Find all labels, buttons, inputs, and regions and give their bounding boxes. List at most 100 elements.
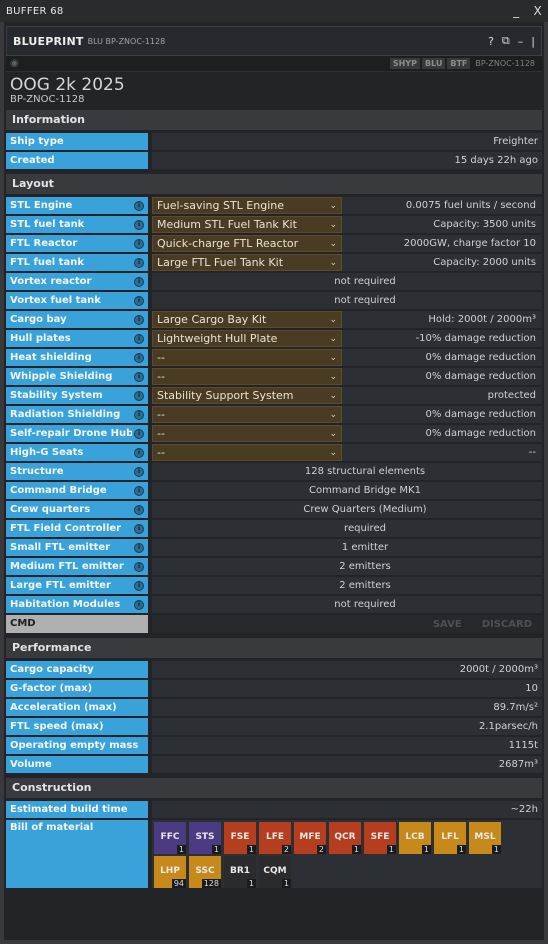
row-label-volume: Volume	[6, 756, 148, 773]
material-sts[interactable]: STS 1	[189, 822, 221, 854]
blueprint-id: BP-ZNOC-1128	[10, 94, 85, 105]
info-icon[interactable]: i	[134, 219, 144, 230]
bom-label: Bill of material	[6, 820, 148, 888]
info-icon[interactable]: i	[134, 447, 144, 458]
select-stl-fuel-tank[interactable]: Medium STL Fuel Tank Kit ⌄	[152, 216, 342, 233]
row-small-ftl-emitter: Small FTL emitter i 1 emitter	[6, 539, 542, 556]
info-icon[interactable]: i	[134, 295, 144, 306]
info-icon[interactable]: i	[134, 200, 144, 211]
select-high-g-seats[interactable]: -- ⌄	[152, 444, 342, 461]
row-label-whipple-shielding: Whipple Shielding i	[6, 368, 148, 385]
context-tag-btf[interactable]: BTF	[447, 58, 471, 69]
select-self-repair-drone-hub[interactable]: -- ⌄	[152, 425, 342, 442]
info-icon[interactable]: i	[134, 238, 144, 249]
material-br1[interactable]: BR1 1	[224, 856, 256, 888]
chevron-down-icon: ⌄	[329, 333, 337, 344]
row-label-vortex-fuel-tank: Vortex fuel tank i	[6, 292, 148, 309]
info-icon[interactable]: i	[134, 314, 144, 325]
row-high-g-seats: High-G Seats i -- ⌄ --	[6, 444, 542, 461]
info-icon[interactable]: i	[134, 428, 144, 439]
discard-button[interactable]: DISCARD	[472, 619, 542, 630]
value-cargo-capacity: 2000t / 2000m³	[152, 661, 542, 678]
info-icon[interactable]: i	[134, 599, 144, 610]
build-time-value: ~22h	[152, 801, 542, 818]
info-icon[interactable]: i	[134, 523, 144, 534]
select-ftl-fuel-tank[interactable]: Large FTL Fuel Tank Kit ⌄	[152, 254, 342, 271]
select-hull-plates[interactable]: Lightweight Hull Plate ⌄	[152, 330, 342, 347]
info-icon[interactable]: i	[134, 352, 144, 363]
material-lcb[interactable]: LCB 1	[399, 822, 431, 854]
info-icon[interactable]: i	[134, 485, 144, 496]
minimize-icon[interactable]: –	[518, 35, 524, 48]
material-cqm[interactable]: CQM 1	[259, 856, 291, 888]
effect-high-g-seats: --	[342, 444, 542, 461]
context-ref[interactable]: BP-ZNOC-1128	[472, 58, 538, 69]
info-icon[interactable]: i	[134, 580, 144, 591]
select-ftl-reactor[interactable]: Quick-charge FTL Reactor ⌄	[152, 235, 342, 252]
material-lfe[interactable]: LFE 2	[259, 822, 291, 854]
row-self-repair-drone-hub: Self-repair Drone Hub i -- ⌄ 0% damage reduc…	[6, 425, 542, 442]
select-whipple-shielding[interactable]: -- ⌄	[152, 368, 342, 385]
window-close-button[interactable]: X	[533, 4, 542, 18]
material-msl[interactable]: MSL 1	[469, 822, 501, 854]
info-icon[interactable]: i	[134, 333, 144, 344]
info-icon[interactable]: i	[134, 390, 144, 401]
row-volume: Volume 2687m³	[6, 756, 542, 773]
row-label-ftl-speed-max: FTL speed (max)	[6, 718, 148, 735]
cmd-input[interactable]: SAVE DISCARD	[152, 615, 542, 633]
info-icon[interactable]: i	[134, 542, 144, 553]
effect-stl-engine: 0.0075 fuel units / second	[342, 197, 542, 214]
row-label-medium-ftl-emitter: Medium FTL emitter i	[6, 558, 148, 575]
info-icon[interactable]: i	[134, 561, 144, 572]
info-icon[interactable]: i	[134, 409, 144, 420]
context-tag-blu[interactable]: BLU	[421, 58, 446, 69]
row-label-ftl-field-controller: FTL Field Controller i	[6, 520, 148, 537]
row-label-habitation-modules: Habitation Modules i	[6, 596, 148, 613]
chevron-down-icon: ⌄	[329, 238, 337, 249]
row-label-ftl-fuel-tank: FTL fuel tank i	[6, 254, 148, 271]
value-operating-empty-mass: 1115t	[152, 737, 542, 754]
row-label-operating-empty-mass: Operating empty mass	[6, 737, 148, 754]
material-fse[interactable]: FSE 1	[224, 822, 256, 854]
row-ship-type: Ship type Freighter	[6, 133, 542, 150]
row-label-stl-fuel-tank: STL fuel tank i	[6, 216, 148, 233]
row-label-cargo-capacity: Cargo capacity	[6, 661, 148, 678]
value-crew-quarters: Crew Quarters (Medium)	[152, 501, 542, 518]
row-label-crew-quarters: Crew quarters i	[6, 501, 148, 518]
window-titlebar: BUFFER 68 _ X	[0, 0, 548, 22]
material-sfe[interactable]: SFE 1	[364, 822, 396, 854]
material-qcr[interactable]: QCR 1	[329, 822, 361, 854]
help-icon[interactable]: ?	[488, 35, 494, 48]
material-ssc[interactable]: SSC 128	[189, 856, 221, 888]
row-large-ftl-emitter: Large FTL emitter i 2 emitters	[6, 577, 542, 594]
value-large-ftl-emitter: 2 emitters	[152, 577, 542, 594]
row-ftl-field-controller: FTL Field Controller i required	[6, 520, 542, 537]
select-stability-system[interactable]: Stability Support System ⌄	[152, 387, 342, 404]
popout-icon[interactable]: ⧉	[502, 34, 510, 48]
close-tile-icon[interactable]: |	[531, 35, 535, 48]
value-created: 15 days 22h ago	[152, 152, 542, 169]
value-ship-type: Freighter	[152, 133, 542, 150]
row-label-small-ftl-emitter: Small FTL emitter i	[6, 539, 148, 556]
select-stl-engine[interactable]: Fuel-saving STL Engine ⌄	[152, 197, 342, 214]
material-ffc[interactable]: FFC 1	[154, 822, 186, 854]
chevron-down-icon: ⌄	[329, 314, 337, 325]
material-mfe[interactable]: MFE 2	[294, 822, 326, 854]
info-icon[interactable]: i	[134, 371, 144, 382]
select-cargo-bay[interactable]: Large Cargo Bay Kit ⌄	[152, 311, 342, 328]
info-icon[interactable]: i	[134, 466, 144, 477]
save-button[interactable]: SAVE	[423, 619, 472, 630]
select-radiation-shielding[interactable]: -- ⌄	[152, 406, 342, 423]
select-heat-shielding[interactable]: -- ⌄	[152, 349, 342, 366]
material-lhp[interactable]: LHP 94	[154, 856, 186, 888]
info-icon[interactable]: i	[134, 276, 144, 287]
info-icon[interactable]: i	[134, 504, 144, 515]
window-minimize-button[interactable]: _	[513, 4, 519, 18]
info-icon[interactable]: i	[134, 257, 144, 268]
value-command-bridge: Command Bridge MK1	[152, 482, 542, 499]
eye-hidden-icon[interactable]: ◉	[10, 58, 19, 69]
material-lfl[interactable]: LFL 1	[434, 822, 466, 854]
row-label-high-g-seats: High-G Seats i	[6, 444, 148, 461]
value-small-ftl-emitter: 1 emitter	[152, 539, 542, 556]
context-tag-shyp[interactable]: SHYP	[389, 58, 420, 69]
